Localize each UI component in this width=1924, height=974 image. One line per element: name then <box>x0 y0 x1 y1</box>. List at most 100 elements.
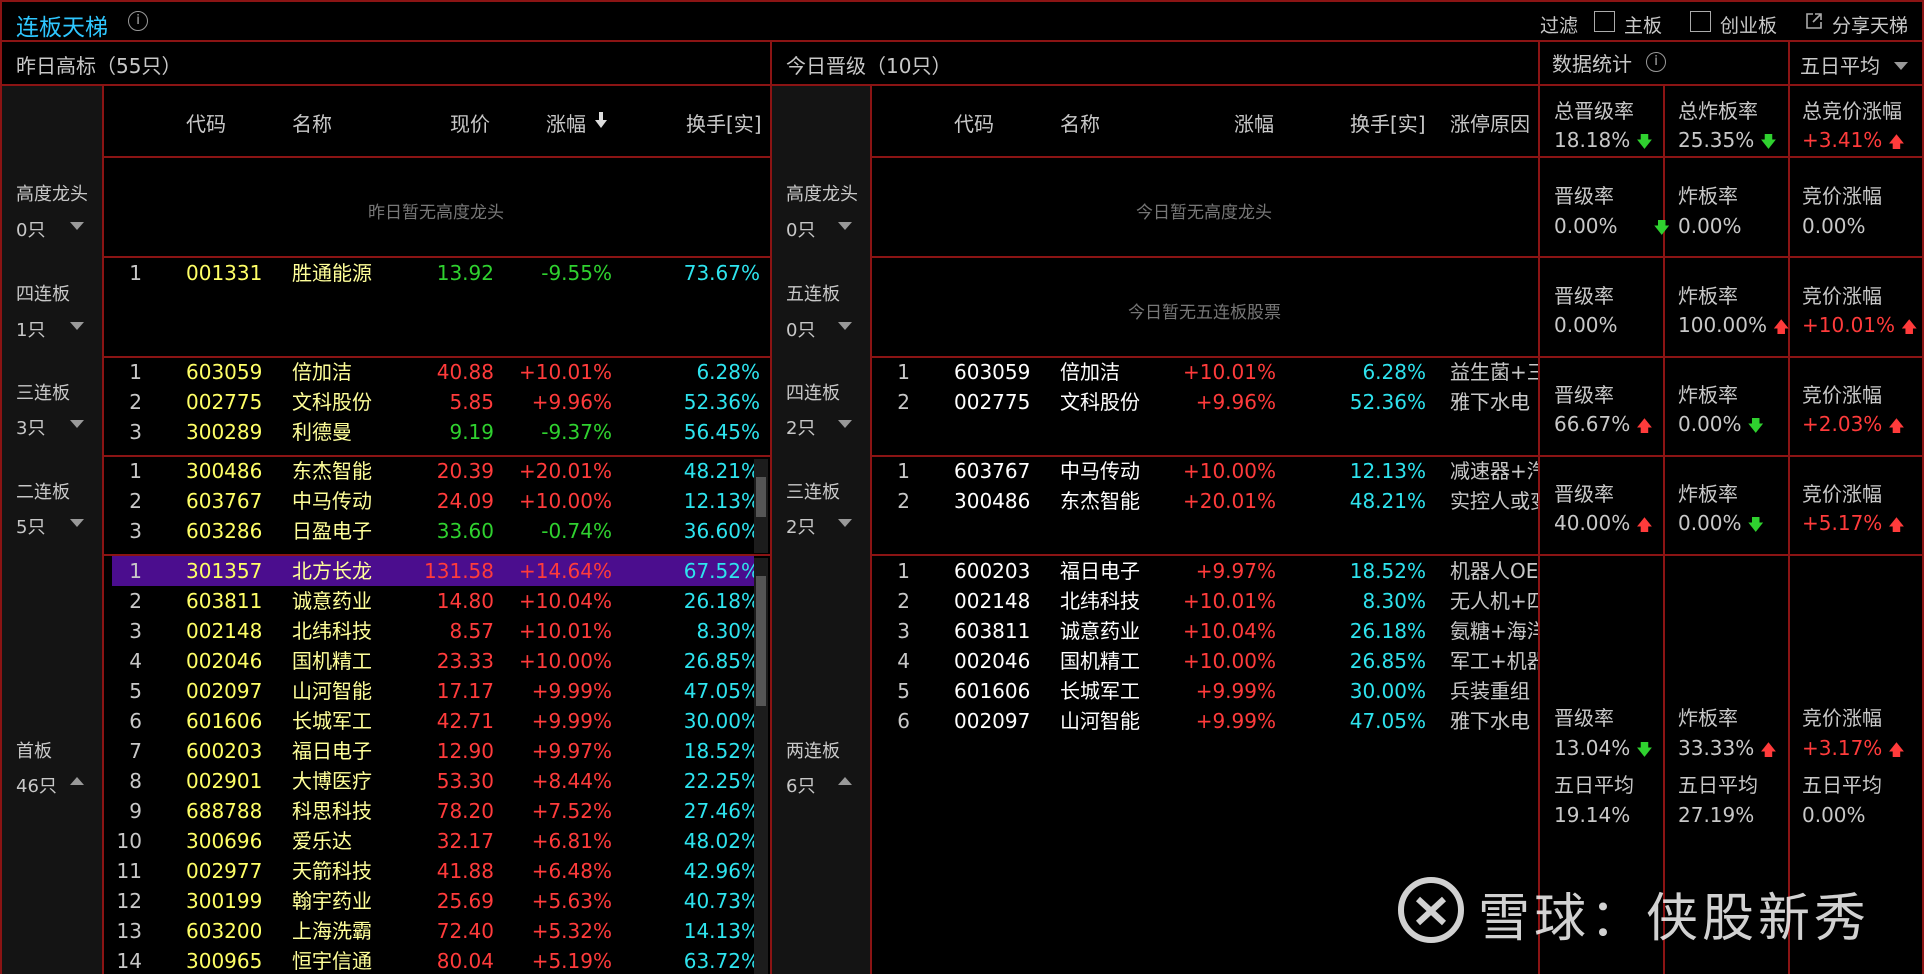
stat-label: 竞价涨幅 <box>1802 184 1882 208</box>
stock-name: 文科股份 <box>1060 390 1140 414</box>
limit-up-reason: 机器人OE <box>1450 559 1538 583</box>
mid-col-reason[interactable]: 涨停原因 <box>1450 108 1530 137</box>
table-row[interactable]: 4 002046 国机精工 23.33 +10.00% 26.85% <box>112 646 760 676</box>
table-row[interactable]: 2 603811 诚意药业 14.80 +10.04% 26.18% <box>112 586 760 616</box>
stat-value: 100.00% 🡅 <box>1678 313 1789 343</box>
table-row[interactable]: 7 600203 福日电子 12.90 +9.97% 18.52% <box>112 736 760 766</box>
table-row[interactable]: 14 300965 恒宇信通 80.04 +5.19% 63.72% <box>112 946 760 974</box>
table-row[interactable]: 1 600203 福日电子 +9.97% 18.52% 机器人OE <box>880 556 1538 586</box>
table-row[interactable]: 6 002097 山河智能 +9.99% 47.05% 雅下水电 <box>880 706 1538 736</box>
chevron-down-icon[interactable] <box>838 420 852 428</box>
chevron-down-icon[interactable] <box>838 222 852 230</box>
table-row[interactable]: 12 300199 翰宇药业 25.69 +5.63% 40.73% <box>112 886 760 916</box>
level-count[interactable]: 46只 <box>16 772 57 798</box>
table-row[interactable]: 3 300289 利德曼 9.19 -9.37% 56.45% <box>112 417 760 447</box>
info-icon[interactable]: i <box>128 11 148 31</box>
five-day-avg-label: 五日平均 <box>1554 773 1634 797</box>
chevron-up-icon[interactable] <box>838 777 852 785</box>
table-row[interactable]: 9 688788 科思科技 78.20 +7.52% 27.46% <box>112 796 760 826</box>
level-count[interactable]: 5只 <box>16 513 45 539</box>
table-row[interactable]: 5 601606 长城军工 +9.99% 30.00% 兵装重组 <box>880 676 1538 706</box>
col-code[interactable]: 代码 <box>186 108 226 137</box>
share-icon[interactable] <box>1804 11 1824 31</box>
level-count[interactable]: 0只 <box>16 216 45 242</box>
table-row[interactable]: 1 001331 胜通能源 13.92 -9.55% 73.67% <box>112 258 760 288</box>
table-row[interactable]: 2 002775 文科股份 5.85 +9.96% 52.36% <box>112 387 760 417</box>
mid-col-name[interactable]: 名称 <box>1060 108 1100 137</box>
chevron-down-icon[interactable] <box>70 222 84 230</box>
table-row[interactable]: 6 601606 长城军工 42.71 +9.99% 30.00% <box>112 706 760 736</box>
stock-turnover: 48.02% <box>683 829 760 853</box>
table-row[interactable]: 2 002775 文科股份 +9.96% 52.36% 雅下水电 <box>880 387 1538 417</box>
table-row[interactable]: 3 603286 日盈电子 33.60 -0.74% 36.60% <box>112 516 760 546</box>
table-row[interactable]: 2 603767 中马传动 24.09 +10.00% 12.13% <box>112 486 760 516</box>
gem-board-checkbox[interactable] <box>1690 11 1711 32</box>
chevron-up-icon[interactable] <box>70 777 84 785</box>
stock-code: 002046 <box>186 649 263 673</box>
scrollbar[interactable] <box>754 558 768 974</box>
table-row[interactable]: 2 300486 东杰智能 +20.01% 48.21% 实控人或变 <box>880 486 1538 516</box>
table-row[interactable]: 8 002901 大博医疗 53.30 +8.44% 22.25% <box>112 766 760 796</box>
chevron-down-icon[interactable] <box>70 519 84 527</box>
scrollbar[interactable] <box>754 459 768 553</box>
stat-value: 40.00% 🡅 <box>1554 511 1653 541</box>
stock-change: +10.01% <box>518 360 612 384</box>
stat-total-break-value: 25.35% 🡇 <box>1678 128 1777 158</box>
arrow-up-icon: 🡅 <box>1901 317 1918 336</box>
col-turnover[interactable]: 换手[实] <box>686 108 762 137</box>
mid-col-change[interactable]: 涨幅 <box>1234 108 1274 137</box>
share-ladder-button[interactable]: 分享天梯 <box>1832 11 1908 38</box>
level-count[interactable]: 1只 <box>16 316 45 342</box>
table-row[interactable]: 5 002097 山河智能 17.17 +9.99% 47.05% <box>112 676 760 706</box>
main-board-checkbox[interactable] <box>1594 11 1615 32</box>
stats-info-icon[interactable]: i <box>1646 52 1666 72</box>
stock-change: +9.97% <box>531 739 612 763</box>
chevron-down-icon[interactable] <box>70 322 84 330</box>
row-index: 3 <box>129 519 142 543</box>
stock-change: +9.96% <box>531 390 612 414</box>
arrow-down-icon: 🡇 <box>1636 740 1653 759</box>
level-count[interactable]: 6只 <box>786 772 815 798</box>
col-name[interactable]: 名称 <box>292 108 332 137</box>
row-index: 1 <box>129 559 142 583</box>
table-row[interactable]: 13 603200 上海洗霸 72.40 +5.32% 14.13% <box>112 916 760 946</box>
stock-code: 300696 <box>186 829 263 853</box>
stock-price: 23.33 <box>436 649 494 673</box>
level-count[interactable]: 0只 <box>786 216 815 242</box>
chevron-down-icon[interactable] <box>838 519 852 527</box>
table-row[interactable]: 1 301357 北方长龙 131.58 +14.64% 67.52% <box>112 556 760 586</box>
level-count[interactable]: 0只 <box>786 316 815 342</box>
sort-down-icon[interactable] <box>594 110 608 130</box>
chevron-down-icon[interactable] <box>1894 62 1908 70</box>
stat-value: +10.01% 🡅 <box>1802 313 1917 343</box>
table-row[interactable]: 1 603059 倍加洁 +10.01% 6.28% 益生菌+三 <box>880 357 1538 387</box>
table-row[interactable]: 4 002046 国机精工 +10.00% 26.85% 军工+机器 <box>880 646 1538 676</box>
table-row[interactable]: 10 300696 爱乐达 32.17 +6.81% 48.02% <box>112 826 760 856</box>
stat-label: 炸板率 <box>1678 706 1738 730</box>
col-price[interactable]: 现价 <box>450 108 490 137</box>
table-row[interactable]: 1 603059 倍加洁 40.88 +10.01% 6.28% <box>112 357 760 387</box>
level-count[interactable]: 2只 <box>786 513 815 539</box>
table-row[interactable]: 2 002148 北纬科技 +10.01% 8.30% 无人机+四 <box>880 586 1538 616</box>
level-count[interactable]: 3只 <box>16 414 45 440</box>
mid-col-turnover[interactable]: 换手[实] <box>1350 108 1426 137</box>
mid-col-code[interactable]: 代码 <box>954 108 994 137</box>
table-row[interactable]: 1 300486 东杰智能 20.39 +20.01% 48.21% <box>112 456 760 486</box>
level-count[interactable]: 2只 <box>786 414 815 440</box>
chevron-down-icon[interactable] <box>838 322 852 330</box>
table-row[interactable]: 1 603767 中马传动 +10.00% 12.13% 减速器+汽 <box>880 456 1538 486</box>
gem-board-label[interactable]: 创业板 <box>1720 11 1777 38</box>
stock-change: +9.99% <box>1195 679 1276 703</box>
row-index: 13 <box>116 919 142 943</box>
table-row[interactable]: 3 002148 北纬科技 8.57 +10.01% 8.30% <box>112 616 760 646</box>
col-change[interactable]: 涨幅 <box>546 108 586 137</box>
main-board-label[interactable]: 主板 <box>1624 11 1662 38</box>
period-select[interactable]: 五日平均 <box>1800 50 1880 79</box>
stock-name: 福日电子 <box>292 739 372 763</box>
table-row[interactable]: 11 002977 天箭科技 41.88 +6.48% 42.96% <box>112 856 760 886</box>
limit-up-reason: 无人机+四 <box>1450 589 1538 613</box>
stats-panel-title: 数据统计 <box>1552 52 1632 76</box>
stat-value: 0.00% 🡇 <box>1678 412 1764 442</box>
table-row[interactable]: 3 603811 诚意药业 +10.04% 26.18% 氨糖+海洋 <box>880 616 1538 646</box>
chevron-down-icon[interactable] <box>70 420 84 428</box>
